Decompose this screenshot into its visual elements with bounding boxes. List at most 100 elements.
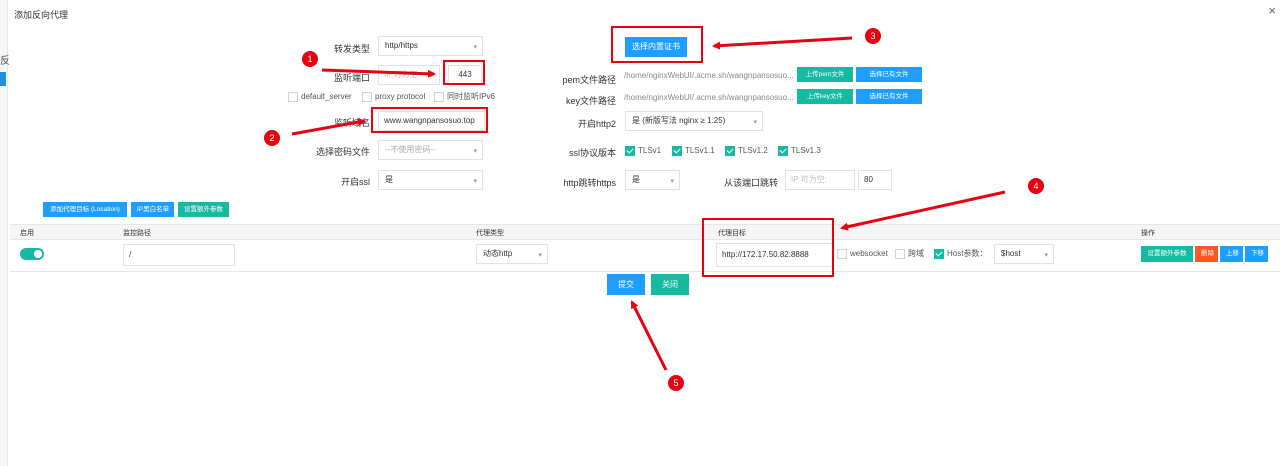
checkbox-empty <box>362 91 372 102</box>
chevron-down-icon: ▾ <box>473 178 477 185</box>
row-move-up-button[interactable]: 上移 <box>1220 246 1243 262</box>
websocket-checkbox[interactable]: websocket <box>837 248 888 259</box>
proxy-type-value: 动态http <box>483 249 513 258</box>
close-button[interactable]: 关闭 <box>651 274 689 295</box>
checkbox-checked <box>672 145 682 156</box>
chevron-down-icon: ▾ <box>1044 252 1048 259</box>
add-proxy-target-button[interactable]: 添加代理目标 (Location) <box>43 202 127 217</box>
cross-domain-text: 跨域 <box>908 249 924 259</box>
toggle-knob <box>34 250 42 258</box>
redirect-port-label: 从该端口跳转 <box>723 178 778 188</box>
password-file-select[interactable]: --不使用密码-- ▾ <box>378 140 483 160</box>
checkbox-empty <box>895 248 905 259</box>
listen-ip-input[interactable]: IP 可为空 <box>378 65 440 85</box>
http-redirect-value: 是 <box>632 175 640 184</box>
redirect-port-input[interactable]: 80 <box>858 170 892 190</box>
arrow-5 <box>630 300 668 371</box>
proxy-protocol-checkbox[interactable]: proxy protocol <box>362 91 425 102</box>
close-icon[interactable]: × <box>1268 3 1276 18</box>
path-input[interactable]: / <box>123 244 235 266</box>
row-delete-button[interactable]: 删除 <box>1195 246 1218 262</box>
default-server-checkbox[interactable]: default_server <box>288 91 352 102</box>
highlight-box-target <box>702 218 834 277</box>
proxy-protocol-text: proxy protocol <box>375 92 426 102</box>
checkbox-empty <box>288 91 298 102</box>
cross-domain-checkbox[interactable]: 跨域 <box>895 248 924 259</box>
annotation-marker-2: 2 <box>264 130 280 146</box>
forward-type-select[interactable]: http/https ▾ <box>378 36 483 56</box>
annotation-marker-5: 5 <box>668 375 684 391</box>
host-param-select[interactable]: $host ▾ <box>994 244 1054 264</box>
password-file-value: --不使用密码-- <box>385 145 436 154</box>
annotation-marker-4: 4 <box>1028 178 1044 194</box>
tlsv12-checkbox[interactable]: TLSv1.2 <box>725 145 768 156</box>
checkbox-empty <box>434 91 444 102</box>
ipv6-text: 同时监听IPv6 <box>447 92 496 102</box>
sidebar-partial-label: 反 <box>0 56 10 67</box>
checkbox-checked <box>778 145 788 156</box>
table-header: 启用 监控路径 代理类型 代理目标 操作 <box>10 224 1280 240</box>
checkbox-empty <box>837 248 847 259</box>
key-label: key文件路径 <box>565 96 616 106</box>
upload-key-button[interactable]: 上传key文件 <box>797 89 853 104</box>
host-param-value: $host <box>1001 249 1021 258</box>
dialog-title: 添加反向代理 <box>14 10 69 20</box>
choose-key-button[interactable]: 选择已有文件 <box>856 89 922 104</box>
enable-toggle[interactable] <box>20 248 44 260</box>
checkbox-checked <box>725 145 735 156</box>
annotation-marker-1: 1 <box>302 51 318 67</box>
th-enable: 启用 <box>20 230 34 237</box>
ssl-value: 是 <box>385 175 393 184</box>
ssl-select[interactable]: 是 ▾ <box>378 170 483 190</box>
proxy-type-select[interactable]: 动态http ▾ <box>476 244 548 264</box>
http2-select[interactable]: 是 (新版写法 nginx ≥ 1.25) ▾ <box>625 111 763 131</box>
http-redirect-select[interactable]: 是 ▾ <box>625 170 680 190</box>
ipv6-checkbox[interactable]: 同时监听IPv6 <box>434 91 495 102</box>
listen-port-label: 监听端口 <box>333 73 370 83</box>
ssl-protocol-label: ssl协议版本 <box>569 148 616 158</box>
submit-button[interactable]: 提交 <box>607 274 645 295</box>
key-path: /home/nginxWebUI/.acme.sh/wangnpansosuo.… <box>624 93 794 102</box>
tlsv1-text: TLSv1 <box>638 146 662 156</box>
redirect-ip-input[interactable]: IP 可为空: <box>785 170 855 190</box>
forward-type-value: http/https <box>385 41 418 50</box>
chevron-down-icon: ▾ <box>473 148 477 155</box>
tlsv13-text: TLSv1.3 <box>791 146 821 156</box>
websocket-text: websocket <box>850 249 888 259</box>
arrow-3 <box>712 36 853 50</box>
highlight-box-port <box>443 60 485 85</box>
highlight-box-cert <box>611 26 703 63</box>
app-sidebar-strip <box>0 0 8 466</box>
row-extra-params-button[interactable]: 设置额外参数 <box>1141 246 1193 262</box>
chevron-down-icon: ▾ <box>473 44 477 51</box>
tlsv1-checkbox[interactable]: TLSv1 <box>625 145 661 156</box>
tlsv12-text: TLSv1.2 <box>738 146 768 156</box>
annotation-marker-3: 3 <box>865 28 881 44</box>
http-redirect-label: http跳转https <box>563 178 616 188</box>
upload-pem-button[interactable]: 上传pem文件 <box>797 67 853 82</box>
checkbox-checked <box>934 248 944 259</box>
pem-label: pem文件路径 <box>562 75 616 85</box>
chevron-down-icon: ▾ <box>753 119 757 126</box>
checkbox-checked <box>625 145 635 156</box>
tlsv13-checkbox[interactable]: TLSv1.3 <box>778 145 821 156</box>
extra-params-button[interactable]: 设置额外参数 <box>178 202 229 217</box>
chevron-down-icon: ▾ <box>670 178 674 185</box>
ip-blacklist-button[interactable]: IP黑白名单 <box>131 202 174 217</box>
choose-pem-button[interactable]: 选择已有文件 <box>856 67 922 82</box>
default-server-text: default_server <box>301 92 352 102</box>
ssl-label: 开启ssl <box>341 177 370 187</box>
tlsv11-text: TLSv1.1 <box>685 146 715 156</box>
th-path: 监控路径 <box>123 230 151 237</box>
http2-value: 是 (新版写法 nginx ≥ 1.25) <box>632 116 726 125</box>
th-proxy-type: 代理类型 <box>476 230 504 237</box>
tlsv11-checkbox[interactable]: TLSv1.1 <box>672 145 715 156</box>
table-row: / 动态http ▾ http://172.17.50.82:8888 webs… <box>10 240 1280 272</box>
arrow-4 <box>840 190 1006 231</box>
row-move-down-button[interactable]: 下移 <box>1245 246 1268 262</box>
host-param-checkbox[interactable]: Host参数： <box>934 248 987 259</box>
http2-label: 开启http2 <box>577 119 616 129</box>
domain-label: 监听域名 <box>333 118 370 128</box>
host-param-text: Host参数： <box>947 249 988 259</box>
highlight-box-domain <box>371 107 488 133</box>
